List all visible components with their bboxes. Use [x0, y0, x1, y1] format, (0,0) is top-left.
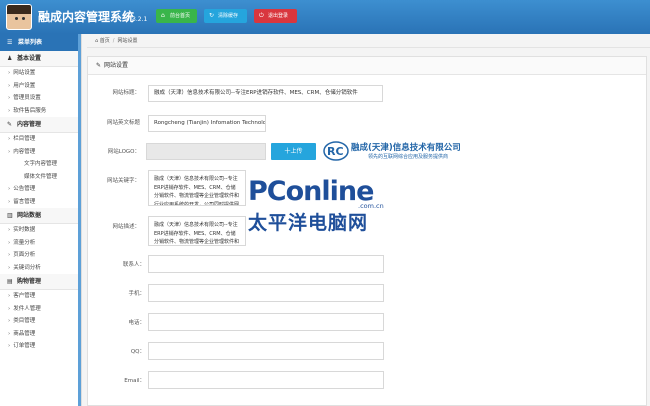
logout-button[interactable]: ⏻ 退出登录: [254, 9, 297, 23]
breadcrumb-home[interactable]: 首页: [100, 38, 110, 44]
qq-input[interactable]: [148, 342, 384, 360]
phone-label: 手机：: [128, 291, 145, 297]
sidebar-item-text-content[interactable]: 文字内容管理: [0, 158, 81, 171]
logo-preview: [146, 143, 266, 160]
watermark-cn: 太平洋电脑网: [248, 212, 369, 234]
edit-icon: ✎: [96, 62, 102, 69]
user-icon: ♟: [7, 55, 13, 62]
sidebar-item-products[interactable]: › 商品管理: [0, 328, 81, 341]
group-basic-settings[interactable]: ♟ 基本设置: [0, 51, 81, 67]
sidebar-item-media-files[interactable]: 媒体文件管理: [0, 171, 81, 184]
upload-button[interactable]: 十上传: [271, 143, 316, 160]
top-bar: 融成内容管理系统 V 3.2.1 ⌂ 前台首页 ↻ 清除缓存 ⏻ 退出登录: [0, 0, 650, 34]
frontend-home-button[interactable]: ⌂ 前台首页: [156, 9, 197, 23]
contact-label: 联系人：: [122, 262, 145, 268]
tel-label: 电话：: [128, 320, 145, 326]
power-icon: ⏻: [259, 12, 264, 19]
site-en-title-label: 网站英文标题: [106, 120, 140, 126]
tel-input[interactable]: [148, 313, 384, 331]
group-content-management[interactable]: ✎ 内容管理: [0, 117, 81, 133]
sidebar-item-after-sales[interactable]: › 软件售后服务: [0, 105, 81, 118]
sidebar-item-customers[interactable]: › 客户管理: [0, 290, 81, 303]
sidebar-item-traffic[interactable]: › 流量分析: [0, 237, 81, 250]
sidebar-item-content[interactable]: › 内容管理: [0, 146, 81, 159]
list-icon: ☰: [7, 39, 13, 46]
sidebar-item-columns[interactable]: › 栏目管理: [0, 133, 81, 146]
watermark: PConline .com.cn 太平洋电脑网: [248, 176, 413, 238]
sidebar: ☰ 菜单列表 ♟ 基本设置 › 网站设置 › 用户设置 › 管理员设置 › 软件售后服务 ✎…: [0, 34, 82, 406]
sidebar-item-announcements[interactable]: › 公告管理: [0, 183, 81, 196]
home-icon: ⌂: [161, 12, 165, 19]
sidebar-item-user-settings[interactable]: › 用户设置: [0, 80, 81, 93]
cart-icon: ▤: [7, 278, 13, 285]
refresh-icon: ↻: [209, 12, 215, 19]
sidebar-item-realtime[interactable]: › 实时数据: [0, 224, 81, 237]
rc-logo-icon: RC: [323, 141, 349, 161]
svg-text:RC: RC: [327, 145, 344, 158]
phone-input[interactable]: [148, 284, 384, 302]
company-logo: RC 融成(天津)信息技术有限公司 领先的互联网综合应用及服务提供商: [323, 140, 463, 162]
clear-cache-button[interactable]: ↻ 清除缓存: [204, 9, 247, 23]
group-shopping[interactable]: ▤ 购物管理: [0, 274, 81, 290]
sidebar-item-admin-settings[interactable]: › 管理员设置: [0, 92, 81, 105]
sidebar-item-pages[interactable]: › 页面分析: [0, 249, 81, 262]
breadcrumb: ⌂ 首页 / 网站设置: [87, 34, 650, 48]
site-en-title-input[interactable]: Rongcheng (Tianjin) Infomation Technolog…: [148, 115, 266, 132]
logo-label: 网站LOGO：: [107, 149, 140, 155]
sidebar-item-site-settings[interactable]: › 网站设置: [0, 67, 81, 80]
sidebar-item-orders[interactable]: › 订单管理: [0, 340, 81, 353]
site-title-input[interactable]: 融成（天津）信息技术有限公司--专注ERP进销存软件、MES、CRM、仓储分销软…: [148, 85, 383, 102]
description-textarea[interactable]: 融成（天津）信息技术有限公司--专注ERP进销存软件、MES、CRM、仓储分销软…: [148, 216, 246, 246]
group-site-data[interactable]: ▥ 网站数据: [0, 208, 81, 224]
avatar[interactable]: [6, 4, 32, 30]
panel-title: ✎ 网站设置: [88, 57, 646, 75]
keywords-label: 网站关键字：: [106, 178, 140, 184]
email-label: Email：: [124, 378, 145, 384]
site-title-label: 网站标题：: [112, 90, 140, 96]
sidebar-item-messages[interactable]: › 留言管理: [0, 196, 81, 209]
sidebar-item-categories[interactable]: › 类目管理: [0, 315, 81, 328]
qq-label: QQ：: [130, 349, 145, 355]
menu-header[interactable]: ☰ 菜单列表: [0, 34, 81, 51]
watermark-brand: PConline: [248, 176, 374, 207]
breadcrumb-current: 网站设置: [117, 38, 138, 44]
keywords-textarea[interactable]: 融成（天津）信息技术有限公司--专注ERP进销存软件、MES、CRM、仓储分销软…: [148, 170, 246, 206]
version-label: V 3.2.1: [126, 16, 148, 23]
app-title: 融成内容管理系统: [38, 10, 135, 24]
description-label: 网站描述：: [112, 224, 140, 230]
sidebar-item-senders[interactable]: › 发件人管理: [0, 303, 81, 316]
chart-icon: ▥: [7, 212, 13, 219]
sidebar-item-keywords[interactable]: › 关键词分析: [0, 262, 81, 275]
email-input[interactable]: [148, 371, 384, 389]
contact-input[interactable]: [148, 255, 384, 273]
edit-icon: ✎: [7, 121, 13, 128]
